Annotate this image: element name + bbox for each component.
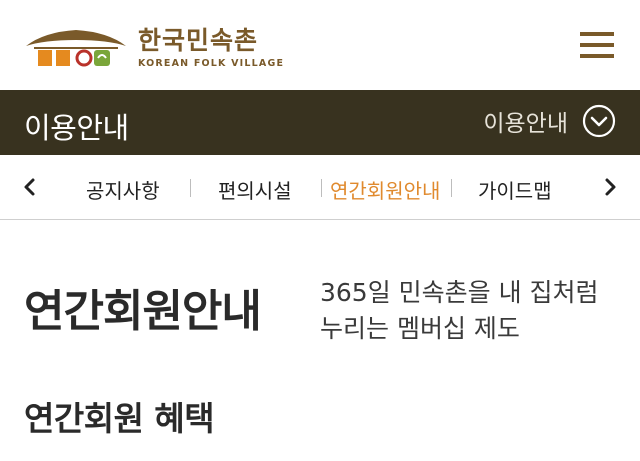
section-title-bar: 이용안내 이용안내 (0, 90, 640, 155)
tab-facilities[interactable]: 편의시설 (218, 175, 292, 204)
tab-notice[interactable]: 공지사항 (86, 175, 160, 204)
logo-korean-text: 한국민속촌 (138, 26, 259, 55)
tab-divider (190, 179, 191, 197)
description-line: 365일 민속촌을 내 집처럼 (320, 278, 599, 307)
section-dropdown-label: 이용안내 (483, 111, 568, 137)
page-title: 연간회원안내 (24, 286, 262, 337)
section-dropdown[interactable]: 이용안내 (483, 104, 616, 138)
tab-divider (451, 179, 452, 197)
sub-nav-tabs: 공지사항 편의시설 연간회원안내 가이드맵 (0, 155, 640, 220)
site-header: 한국민속촌 KOREAN FOLK VILLAGE (0, 0, 640, 90)
tab-divider (321, 179, 322, 197)
page-description: 365일 민속촌을 내 집처럼 누리는 멤버십 제도 (320, 275, 599, 347)
section-title: 이용안내 (24, 111, 129, 145)
tab-annual-membership[interactable]: 연간회원안내 (330, 175, 440, 204)
benefits-heading: 연간회원 혜택 (24, 399, 215, 438)
chevron-left-icon[interactable] (20, 175, 40, 199)
chevron-right-icon[interactable] (600, 175, 620, 199)
folk-village-logo-icon (26, 30, 126, 67)
logo[interactable]: 한국민속촌 KOREAN FOLK VILLAGE (24, 26, 284, 70)
hamburger-menu-icon[interactable] (578, 30, 616, 60)
logo-english-text: KOREAN FOLK VILLAGE (138, 58, 285, 69)
description-line: 누리는 멤버십 제도 (320, 314, 520, 343)
tab-guide-map[interactable]: 가이드맵 (478, 175, 552, 204)
chevron-down-circle-icon (582, 104, 616, 138)
